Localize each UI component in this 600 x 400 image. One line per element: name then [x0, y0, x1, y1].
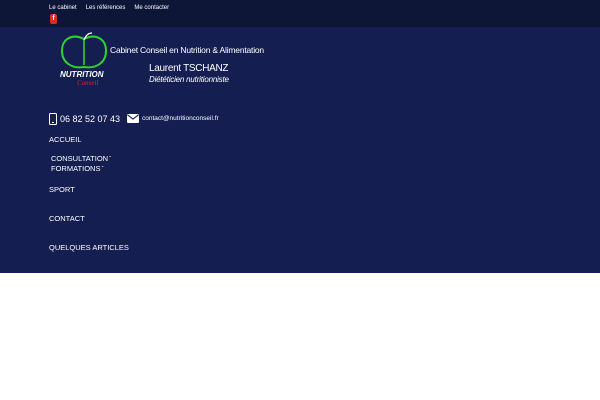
- envelope-icon: [127, 114, 139, 123]
- logo-subtext: Conseil: [77, 79, 98, 87]
- person-name: Laurent TSCHANZ: [149, 63, 229, 74]
- nav-item-label: ACCUEIL: [49, 135, 82, 144]
- nav-item-label: SPORT: [49, 185, 75, 194]
- nav-item-formations[interactable]: FORMATIONSˇ: [51, 164, 103, 173]
- nav-item-accueil[interactable]: ACCUEIL: [49, 135, 82, 144]
- nav-item-label: QUELQUES ARTICLES: [49, 243, 129, 252]
- person-role: Diététicien nutritionniste: [149, 75, 229, 84]
- facebook-icon[interactable]: f: [50, 14, 57, 24]
- nav-item-contact[interactable]: CONTACT: [49, 214, 85, 223]
- chevron-down-icon: ˇ: [109, 157, 112, 163]
- site-logo[interactable]: NUTRITION Conseil: [58, 31, 110, 89]
- top-link-contact[interactable]: Me contacter: [134, 4, 169, 12]
- email-link[interactable]: contact@nutritionconseil.fr: [142, 115, 219, 122]
- site-title: Cabinet Conseil en Nutrition & Alimentat…: [110, 45, 264, 55]
- nav-item-sport[interactable]: SPORT: [49, 185, 75, 194]
- nav-item-label: CONTACT: [49, 214, 85, 223]
- nav-item-label: CONSULTATION: [51, 154, 109, 163]
- nav-item-label: FORMATIONS: [51, 164, 101, 173]
- phone-icon: [49, 113, 57, 125]
- nav-item-consultation[interactable]: CONSULTATIONˇ: [51, 154, 111, 163]
- top-bar: Le cabinet Les références Me contacter f: [0, 0, 600, 27]
- logo-text: NUTRITION: [60, 70, 104, 79]
- chevron-down-icon: ˇ: [101, 167, 104, 173]
- phone-number[interactable]: 06 82 52 07 43: [60, 114, 120, 124]
- top-link-cabinet[interactable]: Le cabinet: [49, 4, 77, 12]
- top-link-references[interactable]: Les références: [86, 4, 126, 12]
- top-links: Le cabinet Les références Me contacter: [49, 4, 169, 12]
- nav-item-articles[interactable]: QUELQUES ARTICLES: [49, 243, 129, 252]
